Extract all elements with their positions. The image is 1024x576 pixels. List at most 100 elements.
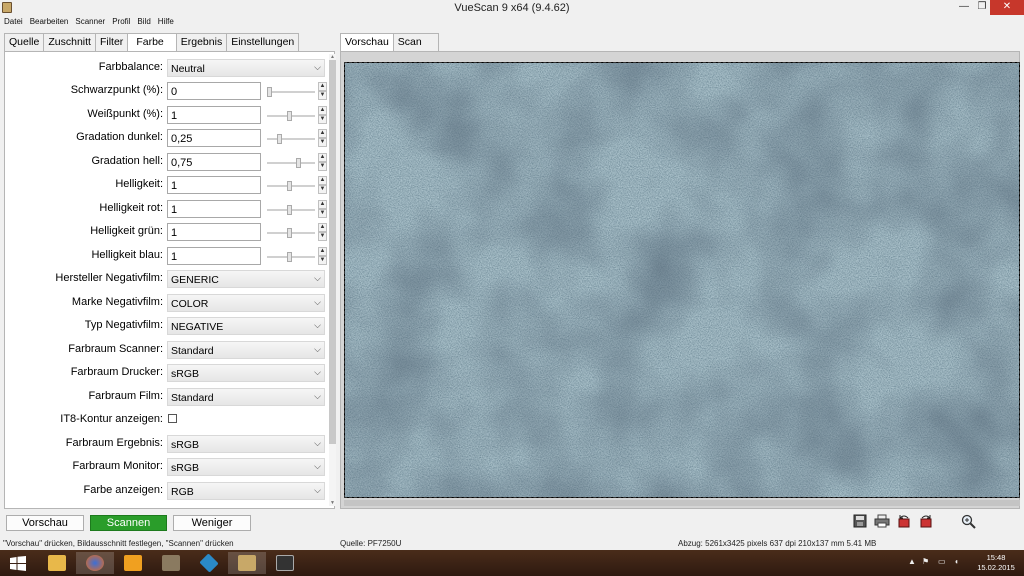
- helligkeit-input[interactable]: 1: [167, 176, 261, 194]
- menu-datei[interactable]: Datei: [0, 16, 26, 30]
- close-button[interactable]: ✕: [990, 0, 1024, 15]
- slider-thumb[interactable]: [267, 87, 272, 97]
- schwarzpunkt-slider[interactable]: [267, 87, 315, 97]
- tray-volume-icon[interactable]: ◖: [954, 557, 959, 566]
- zoom-icon[interactable]: [960, 514, 976, 530]
- marke-negativfilm-select[interactable]: COLOR ⌵: [167, 294, 325, 312]
- firefox-taskbar-icon[interactable]: [76, 552, 114, 574]
- gradation-dunkel-spinner[interactable]: ▲ ▼: [318, 129, 327, 147]
- spin-down-icon[interactable]: ▼: [318, 185, 327, 194]
- spin-up-icon[interactable]: ▲: [318, 82, 327, 91]
- spin-up-icon[interactable]: ▲: [318, 153, 327, 162]
- spin-up-icon[interactable]: ▲: [318, 106, 327, 115]
- scrollbar-thumb[interactable]: [329, 60, 336, 444]
- menu-scanner[interactable]: Scanner: [71, 16, 108, 30]
- spin-down-icon[interactable]: ▼: [318, 209, 327, 218]
- vuescan-taskbar-icon[interactable]: [228, 552, 266, 574]
- helligkeit-gruen-input[interactable]: 1: [167, 223, 261, 241]
- helligkeit-rot-spinner[interactable]: ▲ ▼: [318, 200, 327, 218]
- farbraum-film-select[interactable]: Standard ⌵: [167, 388, 325, 406]
- app3-taskbar-icon[interactable]: [266, 552, 304, 574]
- save-icon[interactable]: [852, 514, 868, 530]
- rotate-right-icon[interactable]: [918, 514, 934, 530]
- tab-zuschnitt[interactable]: Zuschnitt: [43, 33, 96, 51]
- gradation-dunkel-input[interactable]: 0,25: [167, 129, 261, 147]
- farbraum-drucker-select[interactable]: sRGB ⌵: [167, 364, 325, 382]
- helligkeit-spinner[interactable]: ▲ ▼: [318, 176, 327, 194]
- tab-einstellungen[interactable]: Einstellungen: [226, 33, 300, 51]
- settings-scrollbar[interactable]: ▲ ▼: [329, 54, 336, 506]
- outlook-taskbar-icon[interactable]: [114, 552, 152, 574]
- tab-scan[interactable]: Scan: [392, 33, 439, 51]
- slider-thumb[interactable]: [287, 252, 292, 262]
- menu-bild[interactable]: Bild: [133, 16, 153, 30]
- preview-image-frame[interactable]: [344, 62, 1020, 498]
- helligkeit-gruen-slider[interactable]: [267, 228, 315, 238]
- spin-down-icon[interactable]: ▼: [318, 91, 327, 100]
- start-button[interactable]: [0, 552, 38, 574]
- spin-down-icon[interactable]: ▼: [318, 256, 327, 265]
- tray-arrow-icon[interactable]: ▲: [908, 557, 916, 566]
- tab-ergebnis[interactable]: Ergebnis: [175, 33, 228, 51]
- app2-taskbar-icon[interactable]: [190, 552, 228, 574]
- menu-bearbeiten[interactable]: Bearbeiten: [26, 16, 72, 30]
- print-icon[interactable]: [874, 514, 890, 530]
- hersteller-negativfilm-select[interactable]: GENERIC ⌵: [167, 270, 325, 288]
- spin-down-icon[interactable]: ▼: [318, 232, 327, 241]
- explorer-taskbar-icon[interactable]: [38, 552, 76, 574]
- spin-up-icon[interactable]: ▲: [318, 200, 327, 209]
- helligkeit-blau-spinner[interactable]: ▲ ▼: [318, 247, 327, 265]
- weisspunkt-spinner[interactable]: ▲ ▼: [318, 106, 327, 124]
- tray-network-icon[interactable]: ▭: [938, 557, 946, 566]
- tab-vorschau[interactable]: Vorschau: [340, 33, 394, 52]
- typ-negativfilm-select[interactable]: NEGATIVE ⌵: [167, 317, 325, 335]
- vorschau-button[interactable]: Vorschau: [6, 515, 84, 531]
- preview-scan-image[interactable]: [345, 63, 1020, 498]
- farbraum-monitor-select[interactable]: sRGB ⌵: [167, 458, 325, 476]
- schwarzpunkt-spinner[interactable]: ▲ ▼: [318, 82, 327, 100]
- spin-down-icon[interactable]: ▼: [318, 115, 327, 124]
- spin-up-icon[interactable]: ▲: [318, 129, 327, 138]
- taskbar-clock[interactable]: 15:48 15.02.2015: [974, 553, 1018, 573]
- preview-scrollbar[interactable]: [344, 500, 1020, 506]
- tab-quelle[interactable]: Quelle: [4, 33, 45, 51]
- gradation-hell-slider[interactable]: [267, 158, 315, 168]
- weisspunkt-slider[interactable]: [267, 111, 315, 121]
- spin-up-icon[interactable]: ▲: [318, 176, 327, 185]
- menu-hilfe[interactable]: Hilfe: [154, 16, 177, 30]
- helligkeit-rot-input[interactable]: 1: [167, 200, 261, 218]
- farbe-anzeigen-select[interactable]: RGB ⌵: [167, 482, 325, 500]
- spin-up-icon[interactable]: ▲: [318, 247, 327, 256]
- slider-thumb[interactable]: [287, 228, 292, 238]
- scannen-button[interactable]: Scannen: [90, 515, 167, 531]
- helligkeit-rot-slider[interactable]: [267, 205, 315, 215]
- gradation-hell-input[interactable]: 0,75: [167, 153, 261, 171]
- helligkeit-slider[interactable]: [267, 181, 315, 191]
- spin-up-icon[interactable]: ▲: [318, 223, 327, 232]
- slider-thumb[interactable]: [287, 181, 292, 191]
- weniger-button[interactable]: Weniger: [173, 515, 251, 531]
- gradation-dunkel-slider[interactable]: [267, 134, 315, 144]
- slider-thumb[interactable]: [277, 134, 282, 144]
- helligkeit-blau-slider[interactable]: [267, 252, 315, 262]
- tab-filter[interactable]: Filter: [94, 33, 129, 51]
- tray-flag-icon[interactable]: ⚑: [922, 557, 929, 566]
- scroll-down-icon[interactable]: ▼: [329, 500, 336, 506]
- farbraum-ergebnis-select[interactable]: sRGB ⌵: [167, 435, 325, 453]
- farbbalance-select[interactable]: Neutral ⌵: [167, 59, 325, 77]
- helligkeit-blau-input[interactable]: 1: [167, 247, 261, 265]
- it8-kontur-checkbox[interactable]: [168, 414, 177, 423]
- gradation-hell-spinner[interactable]: ▲ ▼: [318, 153, 327, 171]
- rotate-left-icon[interactable]: [896, 514, 912, 530]
- tab-farbe[interactable]: Farbe: [127, 33, 177, 52]
- menu-profil[interactable]: Profil: [108, 16, 133, 30]
- schwarzpunkt-input[interactable]: 0: [167, 82, 261, 100]
- helligkeit-gruen-spinner[interactable]: ▲ ▼: [318, 223, 327, 241]
- slider-thumb[interactable]: [287, 111, 292, 121]
- spin-down-icon[interactable]: ▼: [318, 162, 327, 171]
- slider-thumb[interactable]: [296, 158, 301, 168]
- app-taskbar-icon[interactable]: [152, 552, 190, 574]
- slider-thumb[interactable]: [287, 205, 292, 215]
- weisspunkt-input[interactable]: 1: [167, 106, 261, 124]
- spin-down-icon[interactable]: ▼: [318, 138, 327, 147]
